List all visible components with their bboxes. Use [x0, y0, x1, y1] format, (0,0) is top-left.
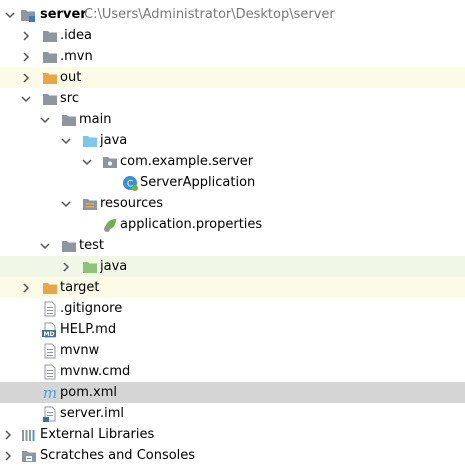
excluded-folder-icon	[42, 70, 58, 86]
chevron-down-icon[interactable]	[82, 157, 92, 167]
tree-row-mvnw[interactable]: mvnw	[0, 340, 465, 361]
excluded-folder-icon	[42, 280, 58, 296]
chevron-right-icon[interactable]	[21, 51, 31, 62]
chevron-down-icon[interactable]	[61, 199, 71, 209]
tree-item-label: .gitignore	[60, 301, 123, 316]
tree-row-src[interactable]: src	[0, 88, 465, 109]
chevron-right-icon[interactable]	[3, 429, 13, 440]
project-tree: server C:\Users\Administrator\Desktop\se…	[0, 0, 465, 467]
tree-item-label: java	[100, 259, 128, 274]
tree-item-label: .mvn	[60, 49, 93, 64]
resources-folder-icon	[82, 196, 98, 212]
tree-item-label: mvnw.cmd	[60, 364, 131, 379]
chevron-right-icon[interactable]	[21, 72, 31, 83]
spring-boot-class-icon: C	[122, 175, 138, 191]
tree-row-out[interactable]: out	[0, 67, 465, 88]
chevron-right-icon[interactable]	[61, 261, 71, 272]
chevron-right-icon[interactable]	[21, 282, 31, 293]
folder-icon	[61, 238, 77, 254]
folder-icon	[42, 91, 58, 107]
tree-row-java-main[interactable]: java	[0, 130, 465, 151]
tree-row-gitignore[interactable]: .gitignore	[0, 298, 465, 319]
text-file-icon	[42, 301, 58, 317]
tree-item-label: src	[60, 91, 79, 106]
tree-row-target[interactable]: target	[0, 277, 465, 298]
tree-row-package[interactable]: com.example.server	[0, 151, 465, 172]
tree-row-help-md[interactable]: MD HELP.md	[0, 319, 465, 340]
module-file-icon	[42, 406, 58, 422]
scratches-icon	[21, 448, 37, 464]
tree-row-root[interactable]: server C:\Users\Administrator\Desktop\se…	[0, 4, 465, 25]
tree-item-label: main	[79, 112, 112, 127]
root-label: server	[40, 7, 87, 22]
folder-icon	[42, 28, 58, 44]
chevron-down-icon[interactable]	[40, 115, 50, 125]
text-file-icon	[42, 364, 58, 380]
tree-item-label: Scratches and Consoles	[40, 448, 196, 463]
tree-row-scratches-and-consoles[interactable]: Scratches and Consoles	[0, 445, 465, 466]
tree-row-server-application[interactable]: C ServerApplication	[0, 172, 465, 193]
chevron-down-icon[interactable]	[40, 241, 50, 251]
tree-row-test[interactable]: test	[0, 235, 465, 256]
root-path: C:\Users\Administrator\Desktop\server	[84, 7, 335, 22]
chevron-right-icon[interactable]	[3, 450, 13, 461]
tree-row-java-test[interactable]: java	[0, 256, 465, 277]
tree-row-main[interactable]: main	[0, 109, 465, 130]
folder-icon	[42, 49, 58, 65]
spring-properties-icon	[102, 217, 118, 233]
package-icon	[102, 154, 118, 170]
tree-item-label: resources	[100, 196, 164, 211]
text-file-icon	[42, 343, 58, 359]
tree-item-label: ServerApplication	[140, 175, 256, 190]
libraries-icon	[21, 427, 37, 443]
test-folder-icon	[82, 259, 98, 275]
module-folder-icon	[20, 7, 36, 23]
tree-row-mvn[interactable]: .mvn	[0, 46, 465, 67]
tree-item-label: pom.xml	[60, 385, 117, 400]
tree-item-label: target	[60, 280, 100, 295]
tree-item-label: application.properties	[120, 217, 263, 232]
tree-item-label: HELP.md	[60, 322, 117, 337]
tree-item-label: server.iml	[60, 406, 124, 421]
chevron-down-icon[interactable]	[21, 94, 31, 104]
chevron-down-icon[interactable]	[5, 10, 15, 20]
tree-row-application-properties[interactable]: application.properties	[0, 214, 465, 235]
tree-row-resources[interactable]: resources	[0, 193, 465, 214]
chevron-down-icon[interactable]	[61, 136, 71, 146]
maven-file-icon: m	[42, 385, 58, 401]
tree-row-mvnw-cmd[interactable]: mvnw.cmd	[0, 361, 465, 382]
tree-row-pom-xml[interactable]: m pom.xml	[0, 382, 465, 403]
tree-row-idea[interactable]: .idea	[0, 25, 465, 46]
tree-item-label: out	[60, 70, 82, 85]
folder-icon	[61, 112, 77, 128]
tree-item-label: External Libraries	[40, 427, 155, 442]
tree-row-external-libraries[interactable]: External Libraries	[0, 424, 465, 445]
tree-item-label: mvnw	[60, 343, 100, 358]
tree-row-server-iml[interactable]: server.iml	[0, 403, 465, 424]
tree-item-label: com.example.server	[120, 154, 254, 169]
tree-item-label: test	[79, 238, 104, 253]
markdown-file-icon: MD	[42, 322, 58, 338]
chevron-right-icon[interactable]	[21, 30, 31, 41]
tree-item-label: .idea	[60, 28, 92, 43]
svg-text:m: m	[43, 385, 57, 401]
source-folder-icon	[82, 133, 98, 149]
tree-item-label: java	[100, 133, 128, 148]
md-badge-text: MD	[44, 331, 55, 338]
